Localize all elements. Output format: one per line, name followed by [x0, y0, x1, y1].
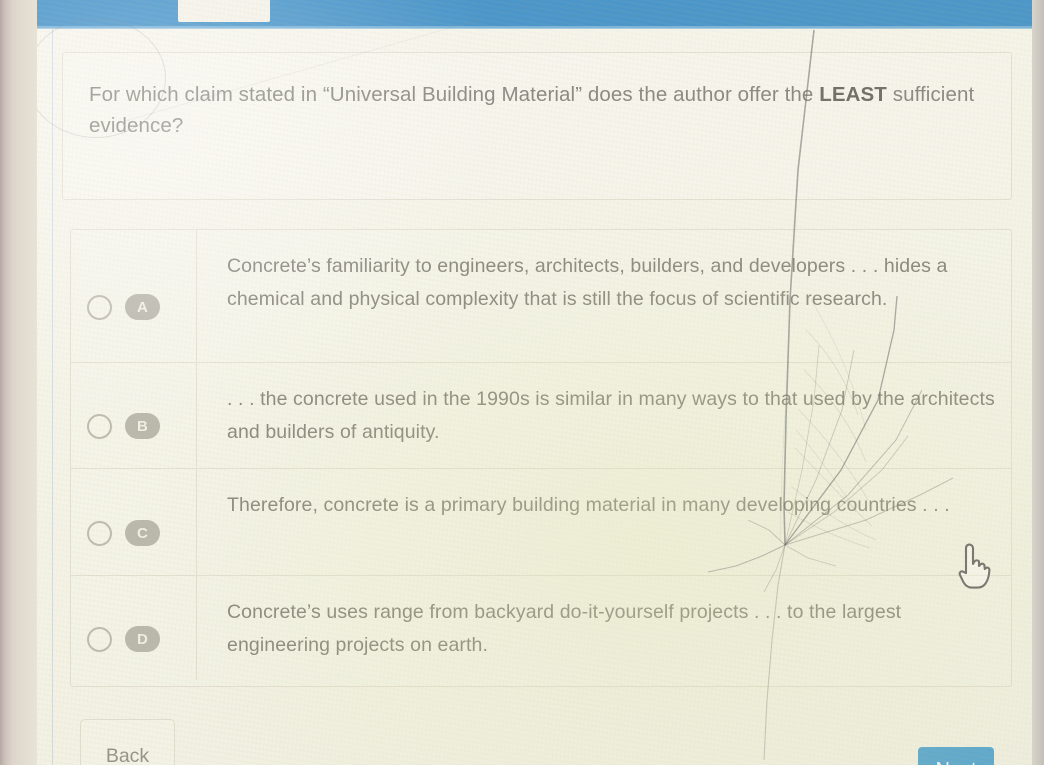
option-b-badge: B: [125, 413, 160, 439]
header-underline: [36, 26, 1032, 29]
option-a-selector[interactable]: A: [71, 230, 197, 362]
option-d-selector[interactable]: D: [71, 576, 197, 680]
device-screen: For which claim stated in “Universal Bui…: [36, 0, 1032, 765]
option-row-d[interactable]: D Concrete’s uses range from backyard do…: [71, 576, 1011, 681]
option-a-badge: A: [125, 294, 160, 320]
page-left-rule: [52, 29, 53, 765]
option-row-b[interactable]: B . . . the concrete used in the 1990s i…: [71, 363, 1011, 469]
option-c-selector[interactable]: C: [71, 469, 197, 575]
option-d-badge: D: [125, 626, 160, 652]
device-bezel-left: [0, 0, 13, 765]
option-b-selector[interactable]: B: [71, 363, 197, 467]
quiz-page: For which claim stated in “Universal Bui…: [36, 29, 1032, 765]
option-a-text: Concrete’s familiarity to engineers, arc…: [227, 255, 948, 310]
question-prefix: For which claim stated in “Universal Bui…: [89, 83, 820, 106]
question-card: For which claim stated in “Universal Bui…: [62, 52, 1012, 200]
answer-options-card: A Concrete’s familiarity to engineers, a…: [70, 229, 1012, 687]
next-button[interactable]: Next: [918, 747, 994, 765]
option-row-a[interactable]: A Concrete’s familiarity to engineers, a…: [71, 230, 1011, 363]
option-d-text: Concrete’s uses range from backyard do-i…: [227, 601, 902, 656]
option-c-badge: C: [125, 520, 160, 546]
question-text: For which claim stated in “Universal Bui…: [89, 79, 985, 141]
radio-unselected-icon[interactable]: [87, 626, 112, 652]
option-c-text: Therefore, concrete is a primary buildin…: [227, 494, 950, 516]
back-button[interactable]: Back: [80, 719, 175, 765]
option-row-c[interactable]: C Therefore, concrete is a primary build…: [71, 469, 1011, 576]
radio-unselected-icon[interactable]: [87, 413, 112, 439]
device-bezel-right: [1032, 0, 1044, 765]
photograph-of-screen: For which claim stated in “Universal Bui…: [0, 0, 1044, 765]
app-header-bar: [36, 0, 1032, 28]
pointing-hand-cursor-icon: [958, 543, 991, 589]
device-bezel-left-shadow: [13, 0, 37, 765]
header-tab[interactable]: [178, 0, 270, 22]
radio-unselected-icon[interactable]: [87, 294, 112, 320]
question-emphasis: LEAST: [819, 83, 887, 106]
radio-unselected-icon[interactable]: [87, 520, 112, 546]
option-b-text: . . . the concrete used in the 1990s is …: [227, 388, 995, 443]
